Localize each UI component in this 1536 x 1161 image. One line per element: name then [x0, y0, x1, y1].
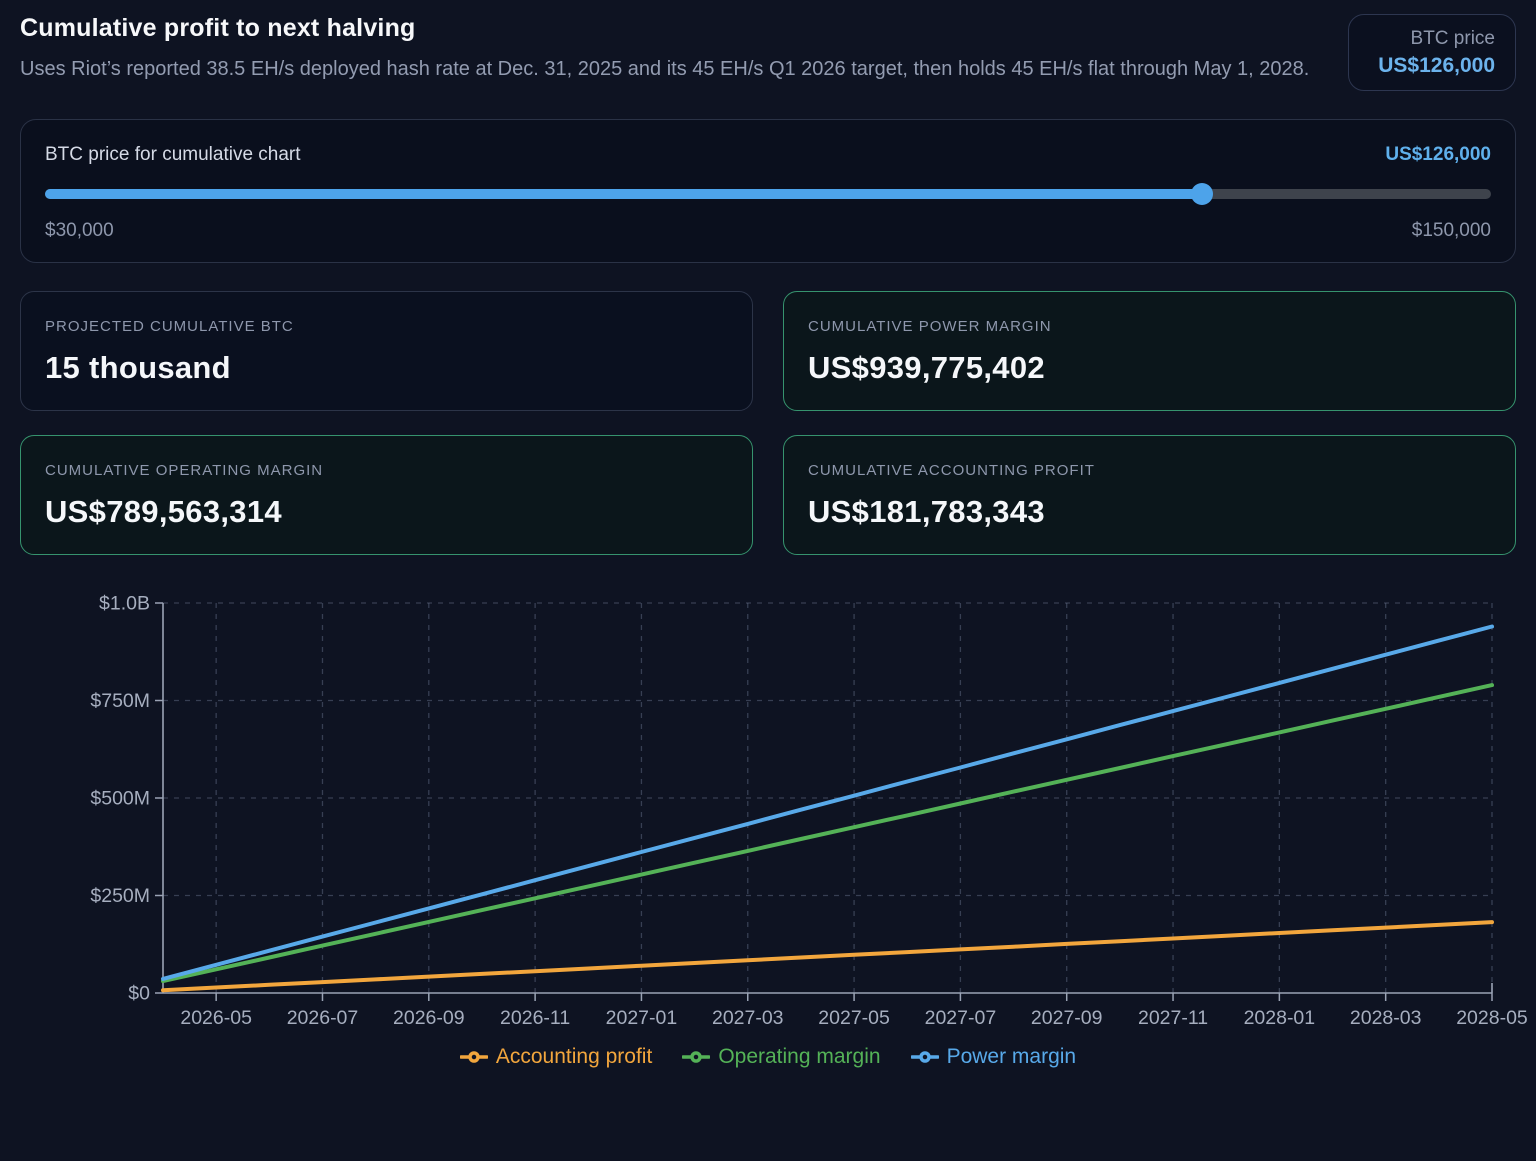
stat-value: US$181,783,343: [808, 494, 1491, 530]
stat-card-cumulative-accounting-profit: CUMULATIVE ACCOUNTING PROFIT US$181,783,…: [783, 435, 1516, 555]
legend-marker-icon: [682, 1050, 710, 1064]
stat-card-projected-cumulative-btc: PROJECTED CUMULATIVE BTC 15 thousand: [20, 291, 753, 411]
legend-label: Operating margin: [718, 1045, 880, 1069]
stat-label: CUMULATIVE ACCOUNTING PROFIT: [808, 462, 1491, 479]
page-subtitle: Uses Riot’s reported 38.5 EH/s deployed …: [20, 54, 1309, 85]
stat-label: CUMULATIVE POWER MARGIN: [808, 318, 1491, 335]
legend-item-operating-margin[interactable]: Operating margin: [682, 1045, 880, 1069]
series-line-operating-margin[interactable]: [163, 685, 1492, 981]
legend-marker-icon: [911, 1050, 939, 1064]
x-axis-tick-label: 2026-07: [287, 1007, 359, 1029]
x-axis-tick-label: 2027-03: [712, 1007, 784, 1029]
line-chart-canvas[interactable]: 2026-05 2026-07 2026-09 2026-11 2027-01 2027-…: [20, 585, 1516, 1035]
btc-price-badge: BTC price US$126,000: [1348, 14, 1516, 91]
stat-value: US$789,563,314: [45, 494, 728, 530]
dashboard: Cumulative profit to next halving Uses R…: [0, 0, 1536, 1069]
stat-value: US$939,775,402: [808, 350, 1491, 386]
x-axis-tick-label: 2028-01: [1244, 1007, 1316, 1029]
x-axis-tick-label: 2027-09: [1031, 1007, 1103, 1029]
legend-item-power-margin[interactable]: Power margin: [911, 1045, 1077, 1069]
x-axis-tick-label: 2026-05: [180, 1007, 252, 1029]
header: Cumulative profit to next halving Uses R…: [20, 12, 1516, 91]
x-axis-tick-label: 2027-05: [818, 1007, 890, 1029]
stat-label: CUMULATIVE OPERATING MARGIN: [45, 462, 728, 479]
page-title: Cumulative profit to next halving: [20, 12, 1309, 43]
slider-current-value: US$126,000: [1385, 144, 1491, 166]
y-axis-tick-label: $250M: [90, 885, 150, 907]
cumulative-profit-chart: 2026-05 2026-07 2026-09 2026-11 2027-01 2027-…: [20, 585, 1516, 1069]
btc-price-badge-value: US$126,000: [1369, 54, 1495, 78]
stats-grid: PROJECTED CUMULATIVE BTC 15 thousand CUM…: [20, 291, 1516, 555]
slider-min-label: $30,000: [45, 220, 114, 242]
btc-price-slider[interactable]: [45, 183, 1491, 205]
y-axis-tick-label: $1.0B: [99, 593, 150, 615]
header-text: Cumulative profit to next halving Uses R…: [20, 12, 1309, 85]
y-axis-tick-label: $0: [128, 983, 150, 1005]
x-axis-tick-label: 2027-07: [925, 1007, 997, 1029]
x-axis-tick-label: 2028-05: [1456, 1007, 1528, 1029]
x-axis-tick-label: 2027-01: [606, 1007, 678, 1029]
stat-card-cumulative-operating-margin: CUMULATIVE OPERATING MARGIN US$789,563,3…: [20, 435, 753, 555]
slider-label: BTC price for cumulative chart: [45, 144, 301, 166]
chart-legend: Accounting profit Operating margin Power m…: [20, 1045, 1516, 1069]
legend-marker-icon: [460, 1050, 488, 1064]
legend-label: Power margin: [947, 1045, 1077, 1069]
series-line-accounting-profit[interactable]: [163, 922, 1492, 990]
y-axis-tick-label: $500M: [90, 788, 150, 810]
stat-label: PROJECTED CUMULATIVE BTC: [45, 318, 728, 335]
btc-price-badge-label: BTC price: [1369, 28, 1495, 50]
x-axis-tick-label: 2028-03: [1350, 1007, 1422, 1029]
slider-thumb-handle[interactable]: [1191, 183, 1213, 205]
x-axis-tick-label: 2026-09: [393, 1007, 465, 1029]
x-axis-tick-label: 2027-11: [1138, 1007, 1208, 1029]
stat-card-cumulative-power-margin: CUMULATIVE POWER MARGIN US$939,775,402: [783, 291, 1516, 411]
legend-item-accounting-profit[interactable]: Accounting profit: [460, 1045, 652, 1069]
slider-limits: $30,000 $150,000: [45, 220, 1491, 242]
x-axis-tick-label: 2026-11: [500, 1007, 570, 1029]
btc-price-slider-card: BTC price for cumulative chart US$126,00…: [20, 119, 1516, 263]
slider-fill: [45, 189, 1202, 199]
series-line-power-margin[interactable]: [163, 627, 1492, 979]
legend-label: Accounting profit: [496, 1045, 652, 1069]
slider-max-label: $150,000: [1412, 220, 1491, 242]
slider-header: BTC price for cumulative chart US$126,00…: [45, 144, 1491, 166]
y-axis-tick-label: $750M: [90, 690, 150, 712]
stat-value: 15 thousand: [45, 350, 728, 386]
